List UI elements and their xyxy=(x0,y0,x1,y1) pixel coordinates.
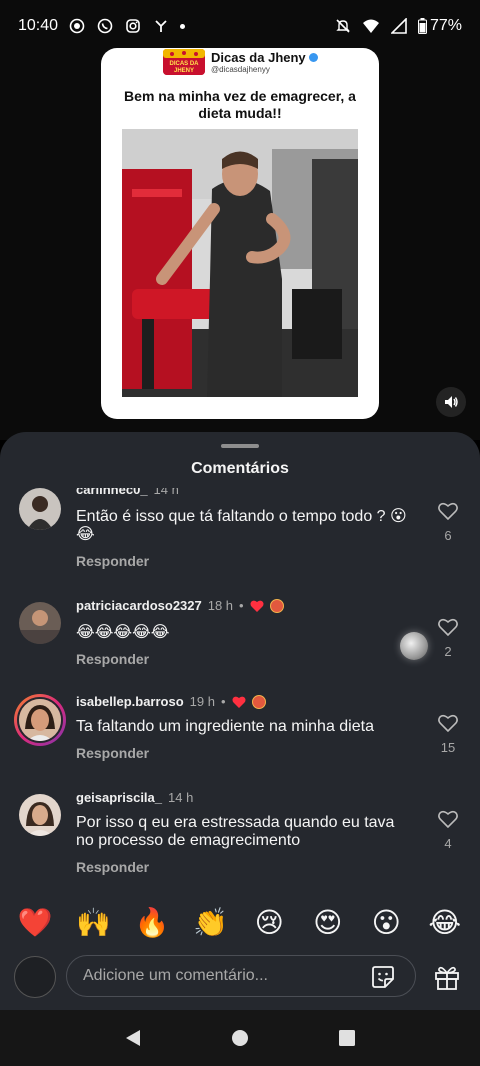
floating-assistive-ball[interactable] xyxy=(400,632,428,660)
like-count: 6 xyxy=(444,528,452,543)
like-button[interactable]: 2 xyxy=(434,618,462,659)
reaction-crying[interactable]: 😢 xyxy=(247,906,291,939)
status-bar: 10:40 77% xyxy=(0,0,480,52)
speaker-icon xyxy=(445,396,458,408)
heart-outline-icon xyxy=(438,810,458,828)
separator-dot: • xyxy=(239,598,244,613)
avatar[interactable] xyxy=(19,488,61,530)
video-player[interactable]: DICAS DA JHENY Dicas da Jheny @dicasdajh… xyxy=(0,0,480,440)
comment-input[interactable] xyxy=(66,955,416,997)
comment-username[interactable]: patriciacardoso2327 xyxy=(76,598,202,613)
avatar[interactable] xyxy=(19,602,61,644)
battery-icon xyxy=(418,17,428,35)
comment-item: geisapriscila_ 14 h Por isso q eu era es… xyxy=(0,790,480,888)
quick-reactions-bar: ❤️ 🙌 🔥 👏 😢 😍 😮 😂 xyxy=(0,902,480,942)
comment-username[interactable]: geisapriscila_ xyxy=(76,790,162,805)
instagram-icon xyxy=(124,17,142,35)
reaction-heart[interactable]: ❤️ xyxy=(13,906,57,939)
like-button[interactable]: 4 xyxy=(434,810,462,851)
comment-list[interactable]: carlinnec0_ 14 h Então é isso que tá fal… xyxy=(0,488,480,888)
reaction-clap[interactable]: 👏 xyxy=(189,906,233,939)
reaction-fire[interactable]: 🔥 xyxy=(130,906,174,939)
brand-handle: @dicasdajhenyy xyxy=(211,65,270,74)
volume-button[interactable] xyxy=(436,387,466,417)
gift-button[interactable] xyxy=(430,960,464,994)
comment-composer xyxy=(0,952,480,1006)
battery-percent: 77% xyxy=(429,17,462,34)
gift-icon xyxy=(435,966,459,990)
comment-time: 14 h xyxy=(168,790,194,805)
comment-text: Por isso q eu era estressada quando eu t… xyxy=(76,814,395,849)
avatar-with-story[interactable] xyxy=(14,694,66,746)
home-button[interactable] xyxy=(225,1023,255,1053)
reaction-heart-eyes[interactable]: 😍 xyxy=(306,906,350,939)
whatsapp-icon xyxy=(96,17,114,35)
comment-text: Então é isso que tá faltando o tempo tod… xyxy=(76,508,407,543)
svg-text:JHENY: JHENY xyxy=(174,68,194,74)
video-frame xyxy=(122,129,358,397)
more-notifications-dot xyxy=(180,23,186,29)
status-time: 10:40 xyxy=(18,17,59,34)
signal-icon xyxy=(390,17,408,35)
brand-name: Dicas da Jheny xyxy=(211,50,306,65)
sticker-button[interactable] xyxy=(368,962,398,992)
reply-button[interactable]: Responder xyxy=(76,553,149,569)
svg-text:DICAS DA: DICAS DA xyxy=(169,61,199,67)
like-button[interactable]: 15 xyxy=(434,714,462,755)
like-count: 2 xyxy=(444,644,452,659)
comment-text: 😂😂😂😂😂 xyxy=(76,624,170,641)
reply-button[interactable]: Responder xyxy=(76,651,149,667)
comment-username[interactable]: isabellep.barroso xyxy=(76,694,184,709)
sticker-icon xyxy=(372,966,394,988)
home-circle-icon xyxy=(231,1030,248,1046)
comment-item: carlinnec0_ 14 h Então é isso que tá fal… xyxy=(0,488,480,576)
like-count: 4 xyxy=(444,836,452,851)
comment-username[interactable]: carlinnec0_ xyxy=(76,488,148,497)
back-triangle-icon xyxy=(126,1030,141,1046)
reply-button[interactable]: Responder xyxy=(76,859,149,875)
reaction-raised-hands[interactable]: 🙌 xyxy=(72,906,116,939)
creator-liked-heart-icon xyxy=(250,600,264,612)
comments-sheet: Comentários carlinnec0_ 14 h Então é iss… xyxy=(0,432,480,1012)
record-icon xyxy=(68,17,86,35)
gym-scene-illustration xyxy=(122,129,358,397)
recents-button[interactable] xyxy=(332,1023,362,1053)
comment-time: 19 h xyxy=(189,694,215,709)
sheet-title: Comentários xyxy=(191,460,289,477)
comment-time: 18 h xyxy=(207,598,234,613)
app-notification-icon xyxy=(152,17,170,35)
my-avatar xyxy=(14,956,56,998)
brand-logo: DICAS DA JHENY xyxy=(163,49,205,75)
brand-logo-art: DICAS DA JHENY xyxy=(163,49,205,75)
back-button[interactable] xyxy=(118,1023,148,1053)
creator-avatar-badge xyxy=(269,598,284,613)
comment-time: 14 h xyxy=(153,488,179,497)
comment-item: isabellep.barroso 19 h • Ta faltando um … xyxy=(0,694,480,784)
reaction-laughing[interactable]: 😂 xyxy=(423,906,467,939)
reaction-surprised[interactable]: 😮 xyxy=(364,906,408,939)
heart-outline-icon xyxy=(438,714,458,732)
creator-avatar-badge xyxy=(251,694,266,709)
reply-button[interactable]: Responder xyxy=(76,745,149,761)
post-card: DICAS DA JHENY Dicas da Jheny @dicasdajh… xyxy=(101,48,379,419)
comment-text: Ta faltando um ingrediente na minha diet… xyxy=(76,718,374,735)
mute-icon xyxy=(334,17,352,35)
drag-handle[interactable] xyxy=(221,444,259,448)
separator-dot: • xyxy=(220,694,226,709)
post-headline: Bem na minha vez de emagrecer, a dieta m… xyxy=(124,88,356,121)
brand-header: DICAS DA JHENY Dicas da Jheny @dicasdajh… xyxy=(163,48,318,76)
creator-liked-heart-icon xyxy=(232,696,246,708)
wifi-icon xyxy=(362,17,380,35)
system-nav-bar xyxy=(0,1010,480,1066)
avatar[interactable] xyxy=(19,794,61,836)
recents-square-icon xyxy=(338,1030,355,1046)
heart-outline-icon xyxy=(438,502,458,520)
like-count: 15 xyxy=(440,740,456,755)
like-button[interactable]: 6 xyxy=(434,502,462,543)
verified-icon xyxy=(308,53,318,62)
heart-outline-icon xyxy=(438,618,458,636)
